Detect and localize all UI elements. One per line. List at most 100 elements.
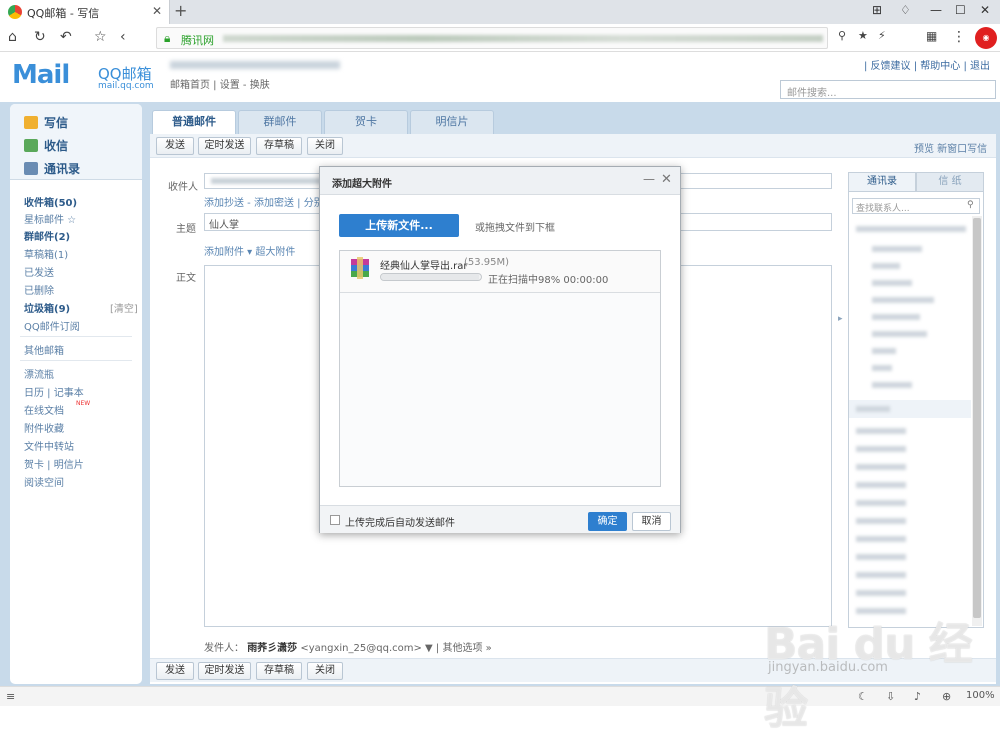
close-icon[interactable]: ✕ (661, 172, 672, 187)
upload-file-button[interactable]: 上传新文件... (339, 214, 459, 237)
shirt-icon[interactable]: ♢ (900, 3, 911, 17)
app-attachments[interactable]: 附件收藏 (24, 420, 64, 435)
auto-send-label[interactable]: 上传完成后自动发送邮件 (345, 514, 455, 529)
browser-tabbar: QQ邮箱 - 写信 ✕ + ⊞ ♢ — ☐ ✕ (0, 0, 1000, 24)
browser-navbar: ⌂ ↻ ↶ ☆ ‹ 🔒︎ 腾讯网 ⚲ ★ ⚡ ▦ ⋮ ◉ (0, 24, 1000, 52)
preview-links[interactable]: 预览 新窗口写信 (914, 140, 987, 155)
browser-tab[interactable]: QQ邮箱 - 写信 ✕ (0, 0, 170, 24)
folder-drafts[interactable]: 草稿箱(1) (24, 246, 68, 261)
contact-blurred (872, 382, 912, 388)
contacts-scrollbar[interactable] (972, 216, 982, 626)
tab-postcard[interactable]: 明信片 (410, 110, 494, 134)
sidebar-toggle-icon[interactable]: ≡ (6, 690, 15, 703)
schedule-send-button[interactable]: 定时发送 (198, 137, 251, 155)
search-placeholder: 邮件搜索... (787, 88, 837, 99)
subject-label: 主题 (176, 224, 196, 235)
large-attachment-dialog: 添加超大附件 — ✕ 上传新文件... 或拖拽文件到下框 经典仙人掌导出.rar… (319, 166, 681, 533)
contact-search-input[interactable]: 查找联系人... ⚲ (852, 198, 980, 214)
contact-blurred (856, 518, 906, 524)
restore-icon[interactable]: ⊞ (872, 3, 882, 17)
top-links[interactable]: | 反馈建议 | 帮助中心 | 退出 (864, 57, 990, 72)
folder-inbox[interactable]: 收件箱(50) (24, 194, 77, 209)
sender-label: 发件人： (204, 643, 244, 654)
tab-normal-mail[interactable]: 普通邮件 (152, 110, 236, 134)
user-avatar[interactable]: ◉ (975, 27, 997, 49)
scrollbar-thumb[interactable] (973, 218, 981, 618)
apps-grid-icon[interactable]: ▦ (926, 29, 937, 43)
file-drop-area[interactable]: 经典仙人掌导出.rar (53.95M) 正在扫描中98% 00:00:00 (339, 250, 661, 487)
rar-archive-icon (351, 257, 369, 279)
receive-mail-button[interactable]: 收信 (24, 137, 68, 154)
account-links[interactable]: 邮箱首页 | 设置 - 换肤 (170, 76, 270, 91)
contact-blurred (872, 314, 920, 320)
home-icon[interactable]: ⌂ (8, 29, 17, 45)
contact-group-blurred (856, 406, 890, 412)
clear-spam-link[interactable]: [清空] (110, 300, 138, 315)
minimize-icon[interactable]: — (930, 3, 942, 17)
undo-icon[interactable]: ↶ (60, 29, 72, 45)
maximize-icon[interactable]: ☐ (955, 3, 966, 17)
tab-stationery[interactable]: 信 纸 (916, 172, 984, 192)
close-button[interactable]: 关闭 (307, 137, 343, 155)
write-mail-button[interactable]: 写信 (24, 114, 68, 131)
tab-group-mail[interactable]: 群邮件 (238, 110, 322, 134)
contact-blurred (856, 554, 906, 560)
tab-contacts[interactable]: 通讯录 (848, 172, 916, 192)
folder-spam[interactable]: 垃圾箱(9) (24, 300, 70, 315)
attach-links[interactable]: 添加附件 ▾ 超大附件 (204, 243, 295, 258)
auto-send-checkbox[interactable] (330, 515, 340, 525)
send-button[interactable]: 发送 (156, 137, 194, 155)
sender-name: 雨荞彡潇莎 (247, 643, 298, 654)
reload-icon[interactable]: ↻ (34, 29, 46, 45)
close-window-icon[interactable]: ✕ (980, 3, 990, 17)
favorite-icon[interactable]: ★ (858, 29, 868, 42)
other-mailboxes[interactable]: 其他邮箱 (24, 342, 64, 357)
contact-blurred (856, 428, 906, 434)
contacts-button[interactable]: 通讯录 (24, 160, 80, 177)
close-button-bottom[interactable]: 关闭 (307, 662, 343, 680)
mail-search-input[interactable]: 邮件搜索... (780, 80, 996, 99)
ok-button[interactable]: 确定 (588, 512, 627, 531)
sender-email: <yangxin_25@qq.com> (300, 643, 422, 654)
app-calendar-notes[interactable]: 日历 | 记事本 (24, 384, 84, 399)
schedule-send-button-bottom[interactable]: 定时发送 (198, 662, 251, 680)
contact-search-placeholder: 查找联系人... (856, 204, 910, 214)
contact-blurred (856, 572, 906, 578)
close-tab-icon[interactable]: ✕ (152, 4, 162, 18)
file-row: 经典仙人掌导出.rar (53.95M) 正在扫描中98% 00:00:00 (340, 251, 660, 293)
pin-icon[interactable]: ⚲ (838, 29, 846, 42)
dialog-header: 添加超大附件 — ✕ (320, 167, 680, 195)
folder-sent[interactable]: 已发送 (24, 264, 54, 279)
contact-blurred (872, 263, 900, 269)
bookmark-star-icon[interactable]: ☆ (94, 29, 107, 45)
app-drift-bottle[interactable]: 漂流瓶 (24, 366, 54, 381)
folder-subscribe[interactable]: QQ邮件订阅 (24, 318, 80, 333)
send-button-bottom[interactable]: 发送 (156, 662, 194, 680)
contact-blurred (872, 246, 922, 252)
app-file-transfer[interactable]: 文件中转站 (24, 438, 74, 453)
left-sidebar: 写信 收信 通讯录 收件箱(50) 星标邮件 ☆ 群邮件(2) 草稿箱(1) 已… (10, 104, 142, 684)
sender-options[interactable]: ▼ | 其他选项 » (425, 643, 492, 654)
save-draft-button[interactable]: 存草稿 (256, 137, 302, 155)
menu-icon[interactable]: ⋮ (952, 29, 966, 45)
new-tab-icon[interactable]: + (174, 1, 187, 20)
expand-arrow-icon[interactable]: ▸ (838, 314, 843, 324)
folder-deleted[interactable]: 已删除 (24, 282, 54, 297)
tab-title: QQ邮箱 - 写信 (27, 7, 100, 20)
contact-blurred (856, 536, 906, 542)
save-draft-button-bottom[interactable]: 存草稿 (256, 662, 302, 680)
app-online-docs[interactable]: 在线文档 (24, 402, 64, 417)
tab-card[interactable]: 贺卡 (324, 110, 408, 134)
account-name-blurred (170, 61, 340, 69)
browser-favicon-icon (8, 5, 22, 19)
search-icon: ⚲ (967, 200, 974, 210)
app-reading[interactable]: 阅读空间 (24, 474, 64, 489)
address-bar[interactable]: 🔒︎ 腾讯网 (156, 27, 828, 49)
app-cards[interactable]: 贺卡 | 明信片 (24, 456, 84, 471)
folder-group[interactable]: 群邮件(2) (24, 228, 70, 243)
cancel-button[interactable]: 取消 (632, 512, 671, 531)
folder-starred[interactable]: 星标邮件 ☆ (24, 211, 76, 226)
back-icon[interactable]: ‹ (120, 29, 126, 45)
minimize-icon[interactable]: — (643, 172, 655, 186)
flash-icon[interactable]: ⚡ (878, 29, 886, 42)
